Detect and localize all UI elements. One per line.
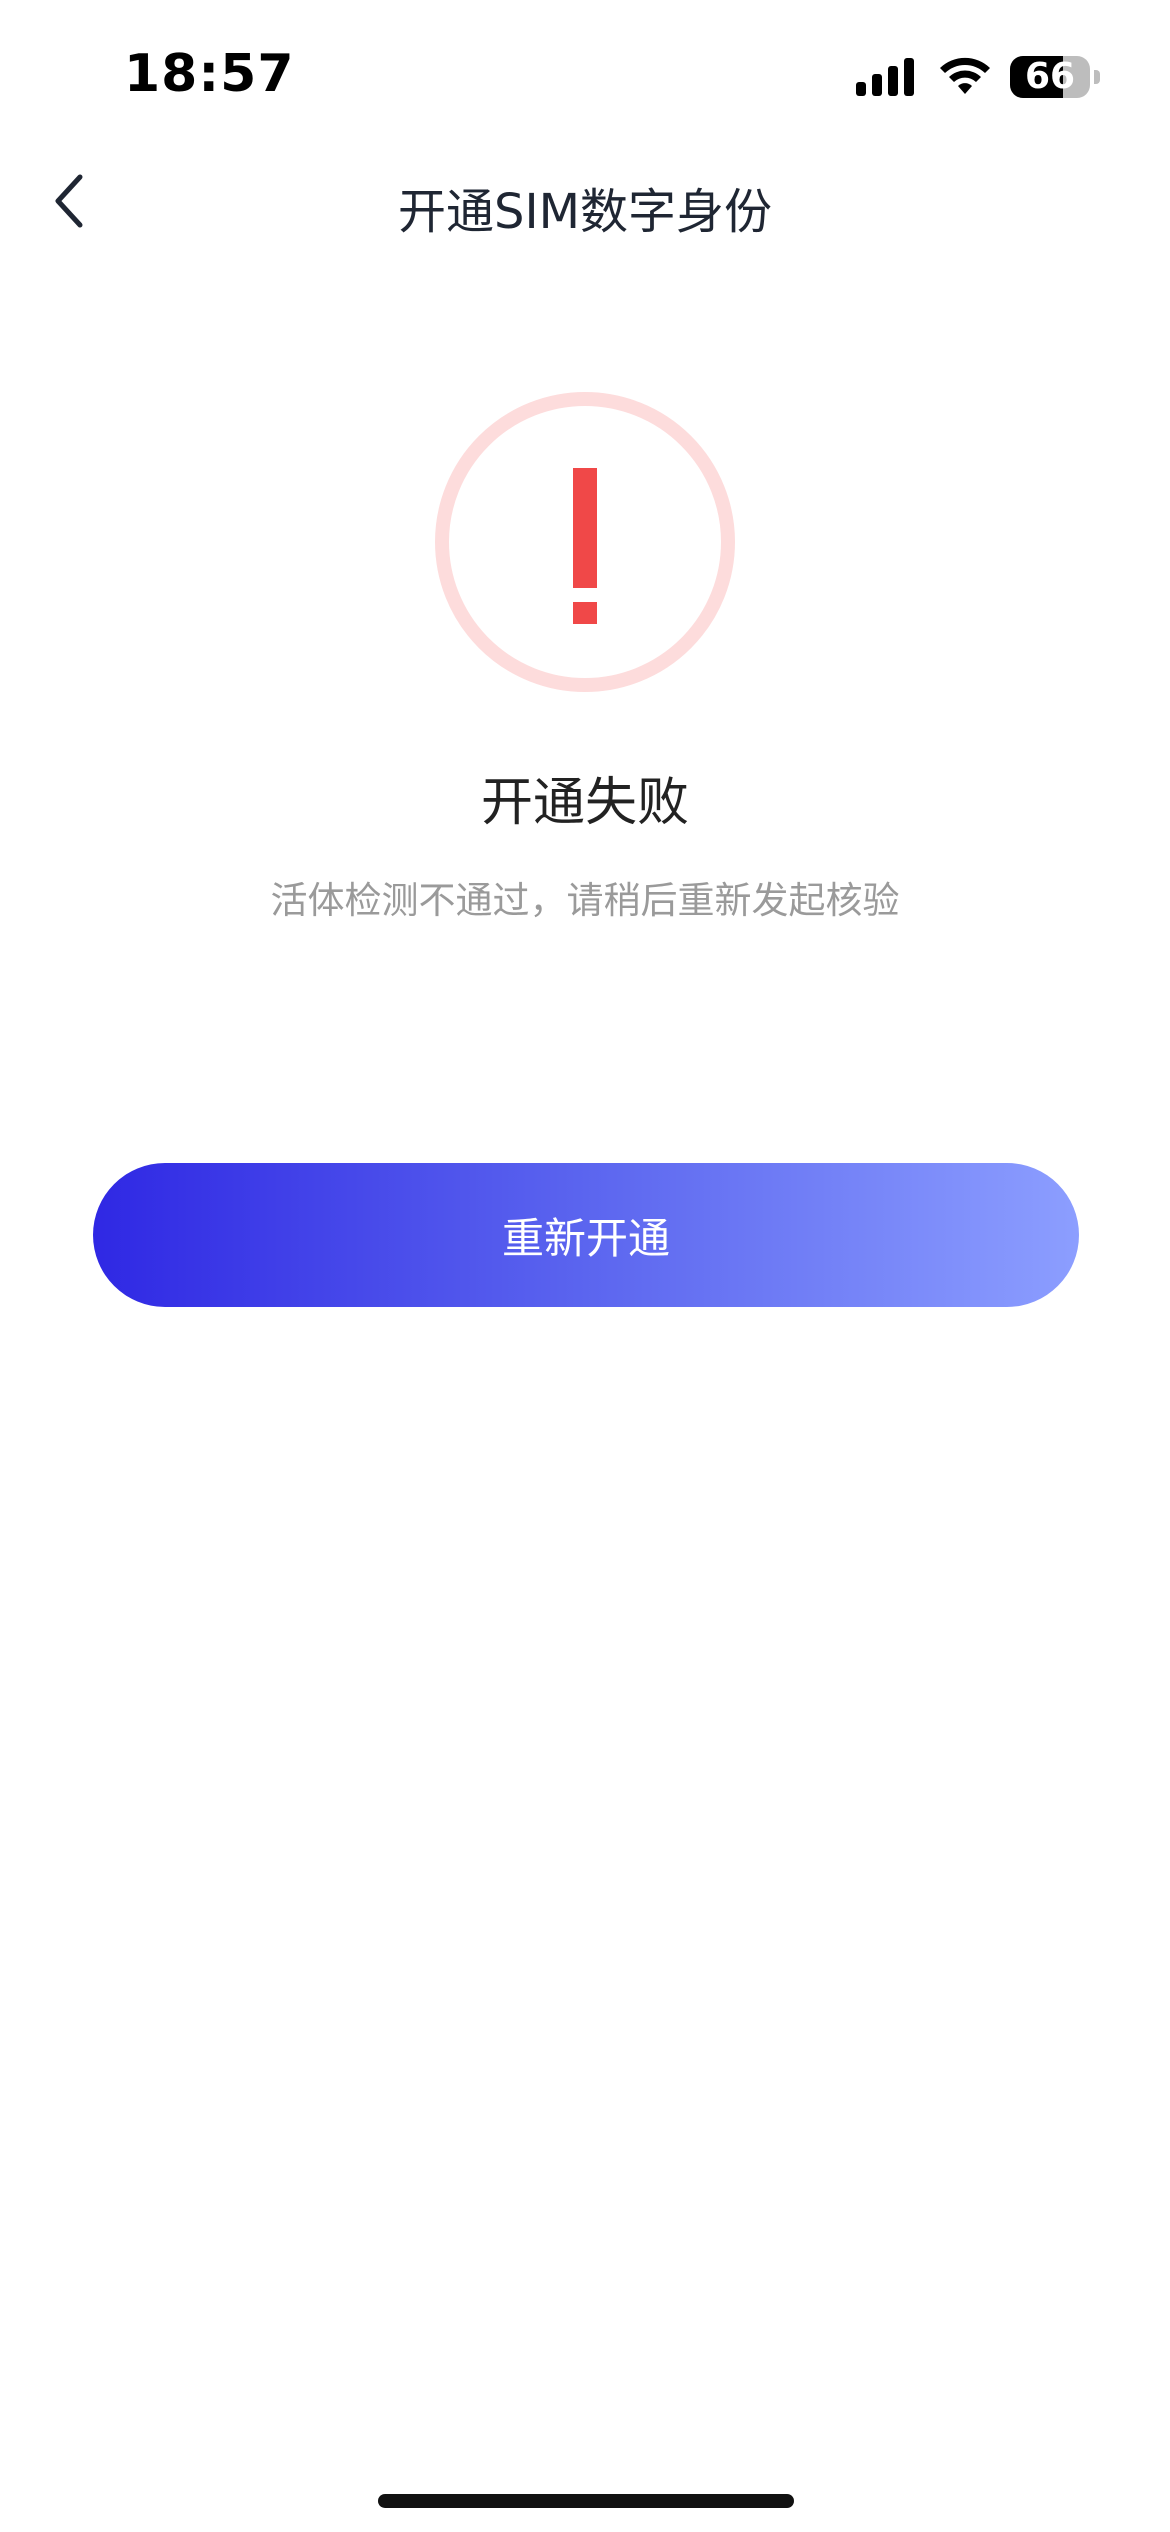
wifi-icon — [940, 57, 990, 94]
exclamation-circle-icon — [435, 392, 735, 692]
retry-button[interactable]: 重新开通 — [93, 1163, 1079, 1307]
signal-icon — [856, 58, 914, 96]
result-description: 活体检测不通过，请稍后重新发起核验 — [270, 879, 900, 922]
home-indicator[interactable] — [378, 2494, 794, 2508]
battery-icon: 66 — [1010, 56, 1090, 98]
battery-cap — [1094, 70, 1100, 84]
result-title: 开通失败 — [480, 773, 689, 833]
page: 18:57 66 开通SIM数字身份 开通失败 活体检测不通过，请稍后重新发起核… — [0, 0, 1170, 2532]
page-title: 开通SIM数字身份 — [397, 184, 773, 240]
status-time: 18:57 — [124, 44, 295, 104]
battery-level: 66 — [1024, 56, 1076, 97]
